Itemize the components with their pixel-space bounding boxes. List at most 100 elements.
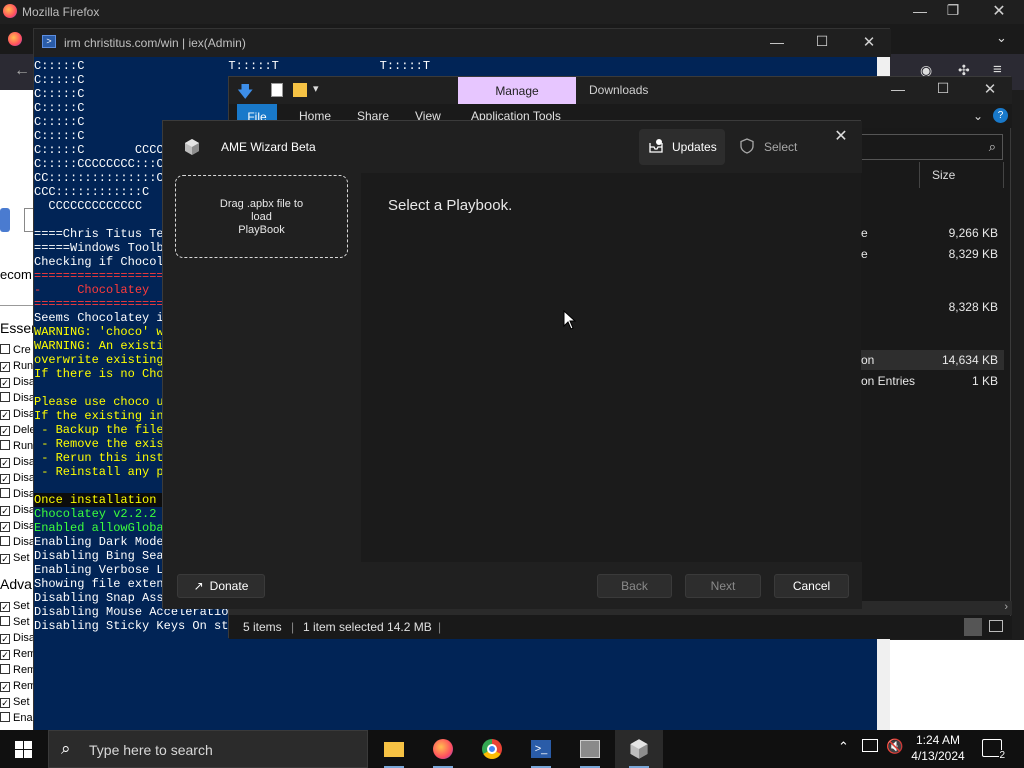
- checkbox-icon[interactable]: ✓: [0, 410, 10, 420]
- taskbar-app-installer[interactable]: [566, 730, 614, 768]
- checkbox-icon[interactable]: ✓: [0, 602, 10, 612]
- cancel-button[interactable]: Cancel: [774, 574, 849, 598]
- checkbox-icon[interactable]: ✓: [0, 698, 10, 708]
- checkbox-option[interactable]: ✓ Set: [0, 696, 34, 712]
- checkbox-option[interactable]: ✓ Disa: [0, 376, 34, 392]
- quick-access-dropdown-icon[interactable]: ▾: [313, 82, 319, 95]
- firefox-tab-favicon-icon[interactable]: [8, 32, 22, 46]
- select-label: Select: [764, 140, 798, 154]
- checkbox-option[interactable]: Disa: [0, 536, 34, 552]
- checkbox-option[interactable]: ✓ Disa: [0, 504, 34, 520]
- taskbar-powershell[interactable]: >_: [517, 730, 565, 768]
- minimize-icon[interactable]: —: [905, 3, 935, 19]
- taskbar-search-box[interactable]: ⌕ Type here to search: [48, 730, 368, 768]
- checkbox-label: Run: [13, 360, 34, 372]
- checkbox-label: Rem: [13, 648, 34, 660]
- checkbox-icon[interactable]: [0, 616, 10, 626]
- checkbox-option[interactable]: ✓ Disa: [0, 456, 34, 472]
- minimize-icon[interactable]: —: [762, 34, 792, 50]
- tab-manage[interactable]: Manage: [458, 77, 576, 104]
- clock-time: 1:24 AM: [915, 733, 961, 747]
- checkbox-icon[interactable]: ✓: [0, 506, 10, 516]
- close-icon[interactable]: ✕: [975, 80, 1005, 98]
- checkbox-option[interactable]: ✓ Run: [0, 360, 34, 376]
- donate-button[interactable]: ↗ Donate: [177, 574, 265, 598]
- checkbox-option[interactable]: Disa: [0, 488, 34, 504]
- checkbox-icon[interactable]: [0, 488, 10, 498]
- taskbar-chrome[interactable]: [468, 730, 516, 768]
- checkbox-icon[interactable]: [0, 712, 10, 722]
- checkbox-option[interactable]: ✓ Rem: [0, 648, 34, 664]
- chevron-up-icon[interactable]: ⌃: [838, 739, 849, 755]
- select-button[interactable]: Select: [733, 129, 813, 165]
- checkbox-option[interactable]: ✓ Set: [0, 552, 34, 568]
- taskbar-clock[interactable]: 1:24 AM 4/13/2024: [906, 732, 970, 764]
- checkbox-option[interactable]: Ena: [0, 712, 34, 728]
- checkbox-icon[interactable]: ✓: [0, 474, 10, 484]
- file-size: 9,266 KB: [948, 226, 998, 240]
- back-arrow-icon[interactable]: ←: [14, 62, 30, 80]
- volume-muted-icon[interactable]: 🔇: [886, 738, 903, 755]
- checkbox-icon[interactable]: ✓: [0, 522, 10, 532]
- new-folder-icon[interactable]: [293, 83, 307, 97]
- checkbox-icon[interactable]: ✓: [0, 458, 10, 468]
- ame-header: AME Wizard Beta Updates Select ✕: [163, 121, 862, 173]
- ribbon-expand-icon[interactable]: ⌄: [973, 109, 983, 123]
- checkbox-icon[interactable]: [0, 664, 10, 674]
- checkbox-option[interactable]: Set: [0, 616, 34, 632]
- ame-wizard-window[interactable]: AME Wizard Beta Updates Select ✕ Drag .a…: [162, 120, 862, 609]
- network-icon[interactable]: [862, 739, 878, 752]
- close-icon[interactable]: ✕: [984, 1, 1014, 21]
- checkbox-label: Run: [13, 440, 34, 452]
- checkbox-icon[interactable]: ✓: [0, 634, 10, 644]
- chevron-down-icon[interactable]: ⌄: [996, 30, 1007, 46]
- playbook-drop-zone[interactable]: Drag .apbx file to load PlayBook: [175, 175, 348, 258]
- checkbox-icon[interactable]: [0, 392, 10, 402]
- minimize-icon[interactable]: —: [883, 81, 913, 97]
- help-icon[interactable]: ?: [993, 108, 1008, 123]
- status-separator: |: [438, 620, 442, 634]
- restore-icon[interactable]: ❐: [938, 2, 968, 19]
- checkbox-option[interactable]: Cre: [0, 344, 34, 360]
- column-header-size[interactable]: Size: [919, 162, 1004, 188]
- checkbox-icon[interactable]: ✓: [0, 362, 10, 372]
- close-icon[interactable]: ✕: [831, 127, 851, 147]
- checkbox-icon[interactable]: ✓: [0, 682, 10, 692]
- taskbar-firefox[interactable]: [419, 730, 467, 768]
- checkbox-icon[interactable]: [0, 344, 10, 354]
- checkbox-option[interactable]: ✓ Disa: [0, 520, 34, 536]
- back-button[interactable]: Back: [597, 574, 672, 598]
- checkbox-icon[interactable]: ✓: [0, 426, 10, 436]
- checkbox-option[interactable]: Disa: [0, 392, 34, 408]
- next-button[interactable]: Next: [685, 574, 761, 598]
- scroll-right-icon[interactable]: ›: [1004, 601, 1008, 613]
- checkbox-option[interactable]: ✓ Rem: [0, 680, 34, 696]
- close-icon[interactable]: ✕: [854, 33, 884, 51]
- checkbox-option[interactable]: ✓ Disa: [0, 408, 34, 424]
- start-button[interactable]: [0, 730, 48, 768]
- checkbox-option[interactable]: ✓ Disa: [0, 472, 34, 488]
- taskbar-file-explorer[interactable]: [370, 730, 418, 768]
- search-input[interactable]: ⌕: [851, 134, 1003, 160]
- checkbox-option[interactable]: Rem: [0, 664, 34, 680]
- checkbox-icon[interactable]: [0, 440, 10, 450]
- large-icons-view-icon[interactable]: [989, 620, 1003, 632]
- checkbox-option[interactable]: Run: [0, 440, 34, 456]
- properties-icon[interactable]: [271, 83, 283, 97]
- drop-zone-text-line1: Drag .apbx file to: [219, 198, 304, 210]
- details-view-icon[interactable]: [964, 618, 982, 636]
- checkbox-icon[interactable]: [0, 536, 10, 546]
- checkbox-label: Set: [13, 552, 30, 564]
- checkbox-option[interactable]: ✓ Set: [0, 600, 34, 616]
- checkbox-option[interactable]: ✓ Disa: [0, 632, 34, 648]
- drop-zone-text-line2: load: [251, 211, 272, 223]
- checkbox-icon[interactable]: ✓: [0, 554, 10, 564]
- maximize-icon[interactable]: ☐: [928, 80, 958, 97]
- maximize-icon[interactable]: ☐: [807, 33, 837, 50]
- checkbox-icon[interactable]: ✓: [0, 650, 10, 660]
- notifications-icon[interactable]: 2: [982, 739, 1005, 761]
- updates-button[interactable]: Updates: [639, 129, 725, 165]
- checkbox-option[interactable]: ✓ Dele: [0, 424, 34, 440]
- checkbox-icon[interactable]: ✓: [0, 378, 10, 388]
- taskbar-ame-wizard[interactable]: [615, 730, 663, 768]
